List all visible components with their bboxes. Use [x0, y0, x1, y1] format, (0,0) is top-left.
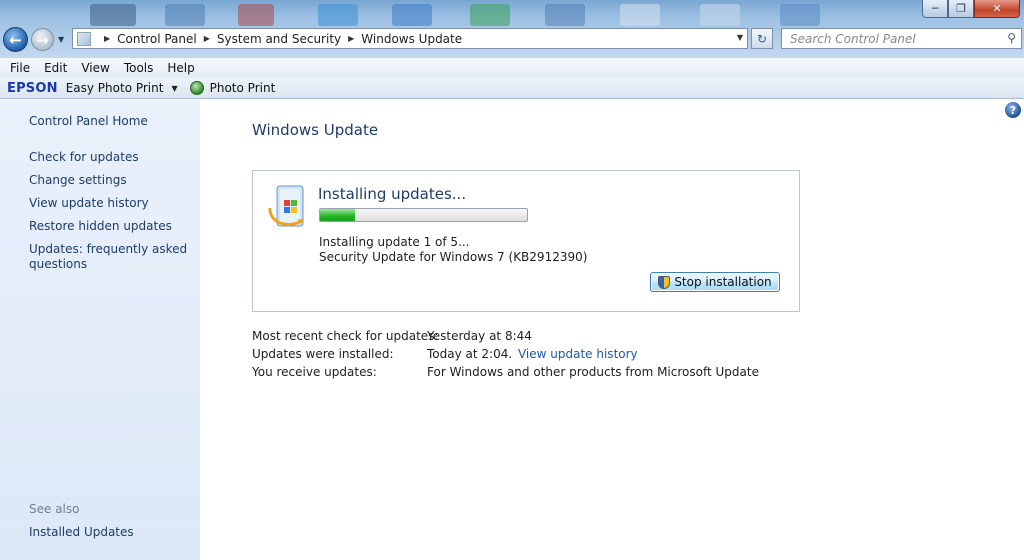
background-thumbnail	[392, 4, 432, 26]
background-thumbnail	[238, 4, 274, 26]
install-progress-bar	[319, 208, 528, 222]
minimize-button[interactable]: ─	[922, 0, 948, 18]
installing-updates-heading: Installing updates...	[318, 185, 467, 203]
check-for-updates-link[interactable]: Check for updates	[29, 150, 139, 165]
current-update-name: Security Update for Windows 7 (KB2912390…	[319, 250, 588, 264]
stop-installation-label: Stop installation	[674, 275, 772, 289]
breadcrumb-system-and-security[interactable]: System and Security	[217, 32, 341, 46]
installed-updates-link[interactable]: Installed Updates	[29, 525, 134, 540]
info-value-recent-check: Yesterday at 8:44	[427, 329, 532, 343]
window-titlebar: ─ ❐ ✕ ← → ▼ ▶ Control Panel ▶ System and…	[0, 0, 1024, 58]
background-thumbnail	[545, 4, 585, 26]
address-bar[interactable]: ▶ Control Panel ▶ System and Security ▶ …	[72, 28, 748, 49]
breadcrumb-separator[interactable]: ▶	[104, 34, 110, 43]
info-label-receive: You receive updates:	[252, 365, 377, 379]
help-icon[interactable]: ?	[1005, 102, 1021, 118]
menu-bar: File Edit View Tools Help	[0, 58, 1024, 78]
photo-print-button[interactable]: Photo Print	[210, 81, 276, 95]
page-title: Windows Update	[252, 121, 379, 139]
easy-photo-print-button[interactable]: Easy Photo Print	[66, 81, 164, 95]
forward-arrow-icon: →	[36, 30, 49, 49]
breadcrumb-control-panel[interactable]: Control Panel	[117, 32, 197, 46]
menu-view[interactable]: View	[74, 61, 116, 75]
refresh-button[interactable]: ↻	[751, 28, 773, 49]
progress-status-text: Installing update 1 of 5...	[319, 235, 470, 249]
search-placeholder: Search Control Panel	[790, 31, 916, 46]
restore-button[interactable]: ❐	[948, 0, 974, 18]
info-value-installed: Today at 2:04. View update history	[427, 347, 638, 361]
close-button[interactable]: ✕	[974, 0, 1020, 18]
background-thumbnail	[700, 4, 740, 26]
epson-toolbar: EPSON Easy Photo Print ▼ Photo Print	[0, 78, 1024, 99]
menu-file[interactable]: File	[3, 61, 37, 75]
view-update-history-inline-link[interactable]: View update history	[518, 347, 638, 361]
window-controls: ─ ❐ ✕	[922, 0, 1020, 20]
updates-faq-link[interactable]: Updates: frequently asked questions	[29, 242, 189, 272]
breadcrumb-separator[interactable]: ▶	[204, 34, 210, 43]
easy-photo-print-dropdown[interactable]: ▼	[171, 84, 177, 93]
info-label-recent-check: Most recent check for updates:	[252, 329, 439, 343]
restore-hidden-updates-link[interactable]: Restore hidden updates	[29, 219, 172, 234]
view-update-history-link[interactable]: View update history	[29, 196, 149, 211]
address-dropdown[interactable]: ▼	[737, 33, 743, 42]
menu-help[interactable]: Help	[160, 61, 201, 75]
background-thumbnail	[318, 4, 358, 26]
background-thumbnail	[780, 4, 820, 26]
background-thumbnail	[165, 4, 205, 26]
uac-shield-icon	[658, 275, 671, 289]
installed-time: Today at 2:04.	[427, 347, 513, 361]
menu-tools[interactable]: Tools	[117, 61, 161, 75]
control-panel-home-link[interactable]: Control Panel Home	[29, 114, 148, 129]
background-thumbnail	[90, 4, 136, 26]
search-input[interactable]: Search Control Panel ⚲	[781, 28, 1022, 49]
epson-logo: EPSON	[7, 80, 58, 96]
control-panel-icon	[77, 31, 91, 46]
background-thumbnail	[620, 4, 660, 26]
see-also-heading: See also	[29, 502, 80, 516]
stop-installation-button[interactable]: Stop installation	[650, 272, 780, 292]
progress-fill	[320, 209, 356, 221]
forward-button[interactable]: →	[31, 28, 54, 51]
recent-pages-dropdown[interactable]: ▼	[58, 35, 64, 44]
info-value-receive: For Windows and other products from Micr…	[427, 365, 759, 379]
info-label-installed: Updates were installed:	[252, 347, 394, 361]
breadcrumb-separator[interactable]: ▶	[348, 34, 354, 43]
windows-update-icon	[268, 185, 304, 227]
left-navigation-pane: Control Panel Home Check for updates Cha…	[0, 100, 200, 560]
menu-edit[interactable]: Edit	[37, 61, 74, 75]
photo-print-icon[interactable]	[189, 81, 204, 95]
search-icon[interactable]: ⚲	[1007, 31, 1016, 45]
back-button[interactable]: ←	[3, 27, 28, 52]
background-thumbnail	[470, 4, 510, 26]
refresh-icon: ↻	[756, 31, 768, 46]
back-arrow-icon: ←	[9, 30, 22, 49]
change-settings-link[interactable]: Change settings	[29, 173, 127, 188]
breadcrumb-windows-update[interactable]: Windows Update	[361, 32, 462, 46]
update-status-panel: Installing updates... Installing update …	[252, 170, 800, 312]
